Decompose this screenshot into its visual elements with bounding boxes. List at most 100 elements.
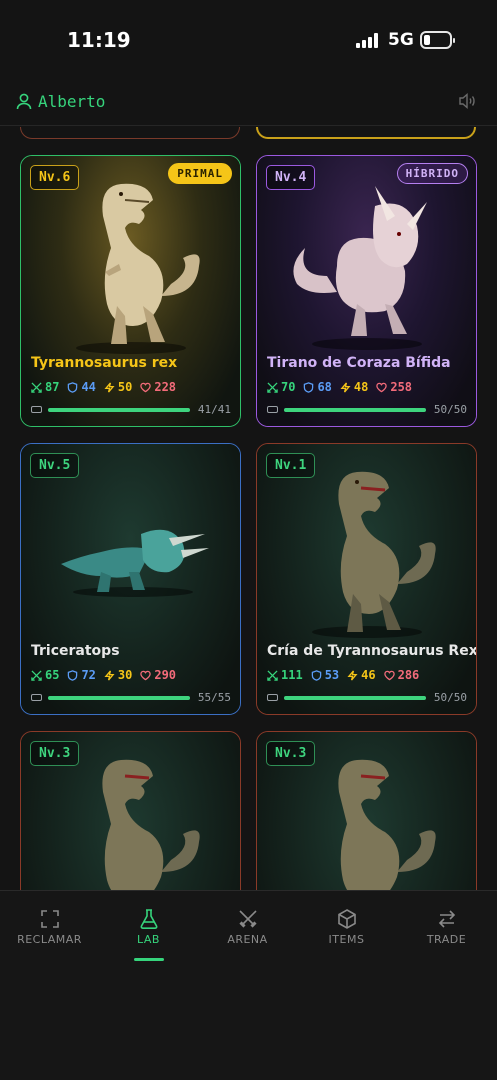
status-time: 11:19 <box>67 28 131 52</box>
signal-icon <box>356 32 382 48</box>
bolt-icon <box>347 670 358 680</box>
attack-stat: 65 <box>31 668 59 682</box>
energy-bar: 50/50 <box>267 691 467 705</box>
energy-fill <box>48 696 190 700</box>
trex-image <box>76 183 200 354</box>
box-icon <box>338 909 356 929</box>
bottom-nav: RECLAMAR LAB ARENA ITEMS TRADE <box>0 890 497 1080</box>
health-value: 228 <box>154 380 177 394</box>
health-value: 286 <box>397 668 420 682</box>
attack-value: 70 <box>281 380 296 394</box>
speed-value: 30 <box>117 668 133 682</box>
stats-row: 87 44 50 228 <box>31 380 176 394</box>
health-value: 258 <box>390 380 413 394</box>
speed-value: 50 <box>117 380 133 394</box>
network-label: 5G <box>388 30 414 50</box>
health-stat: 258 <box>376 380 412 394</box>
username[interactable]: Alberto <box>38 92 105 111</box>
speed-value: 46 <box>361 668 376 682</box>
stats-row: 111 53 46 286 <box>267 668 419 682</box>
speed-stat: 48 <box>340 380 368 394</box>
defense-stat: 68 <box>303 380 332 394</box>
creature-name: Tyrannosaurus rex <box>31 355 178 371</box>
app-header: Alberto <box>0 80 497 126</box>
energy-bar: 55/55 <box>31 691 231 705</box>
swords-icon <box>239 910 257 928</box>
trex-hatchling-image <box>312 471 436 638</box>
defense-stat: 44 <box>67 380 96 394</box>
attack-stat: 111 <box>267 668 303 682</box>
speaker-icon[interactable] <box>458 92 478 110</box>
previous-card-edge <box>256 127 476 139</box>
flask-icon <box>140 909 158 929</box>
creature-card[interactable]: Nv.6 PRIMAL Tyrannosaurus rex 87 44 50 2… <box>20 155 241 427</box>
trex-image <box>338 759 436 890</box>
swords-icon <box>31 381 42 393</box>
nav-arena[interactable]: ARENA <box>198 891 297 971</box>
hybrid-dinosaur-image <box>293 186 427 350</box>
energy-bar: 41/41 <box>31 403 231 417</box>
health-value: 290 <box>154 668 177 682</box>
health-stat: 228 <box>140 380 176 394</box>
creature-card[interactable]: Nv.1 Cría de Tyrannosaurus Rex 111 53 46… <box>256 443 477 715</box>
bolt-icon <box>104 670 115 680</box>
heart-icon <box>140 670 152 680</box>
trex-image <box>102 759 200 890</box>
attack-stat: 87 <box>31 380 59 394</box>
scan-icon <box>41 910 59 928</box>
energy-bar: 50/50 <box>267 403 467 417</box>
speed-stat: 50 <box>104 380 132 394</box>
energy-value: 50/50 <box>433 691 467 704</box>
speed-stat: 30 <box>104 668 132 682</box>
creature-card[interactable]: Nv.5 Triceratops 65 72 30 290 55/55 <box>20 443 241 715</box>
creature-grid[interactable]: Nv.6 PRIMAL Tyrannosaurus rex 87 44 50 2… <box>0 127 497 890</box>
nav-label: ITEMS <box>328 933 365 946</box>
defense-value: 68 <box>317 380 332 394</box>
creature-card[interactable]: Nv.3 <box>256 731 477 890</box>
swords-icon <box>31 669 42 681</box>
battery-icon <box>267 406 278 413</box>
stats-row: 65 72 30 290 <box>31 668 176 682</box>
energy-value: 41/41 <box>197 403 231 416</box>
battery-icon <box>267 694 278 701</box>
defense-value: 53 <box>324 668 340 682</box>
nav-label: ARENA <box>227 933 268 946</box>
attack-value: 65 <box>45 668 60 682</box>
energy-fill <box>284 696 426 700</box>
energy-fill <box>284 408 426 412</box>
nav-reclamar[interactable]: RECLAMAR <box>0 891 99 971</box>
battery-icon <box>420 31 455 49</box>
user-icon <box>16 93 32 110</box>
energy-fill <box>48 408 190 412</box>
previous-card-edge <box>20 127 240 139</box>
shield-icon <box>304 381 314 393</box>
nav-lab[interactable]: LAB <box>99 891 198 971</box>
creature-name: Cría de Tyrannosaurus Rex <box>267 643 477 659</box>
creature-card[interactable]: Nv.3 <box>20 731 241 890</box>
speed-stat: 46 <box>347 668 376 682</box>
creature-card[interactable]: Nv.4 HÍBRIDO Tirano de Coraza Bífida 70 … <box>256 155 477 427</box>
status-bar: 11:19 5G <box>0 0 497 80</box>
energy-value: 50/50 <box>433 403 467 416</box>
swap-icon <box>438 910 456 928</box>
nav-trade[interactable]: TRADE <box>397 891 496 971</box>
creature-name: Triceratops <box>31 643 120 659</box>
energy-value: 55/55 <box>197 691 231 704</box>
heart-icon <box>140 382 152 392</box>
triceratops-image <box>61 529 209 597</box>
shield-icon <box>311 669 321 681</box>
defense-stat: 72 <box>67 668 96 682</box>
swords-icon <box>267 669 278 681</box>
health-stat: 290 <box>140 668 176 682</box>
attack-stat: 70 <box>267 380 295 394</box>
attack-value: 87 <box>45 380 60 394</box>
bolt-icon <box>104 382 115 392</box>
heart-icon <box>383 670 395 680</box>
battery-icon <box>31 406 42 413</box>
stats-row: 70 68 48 258 <box>267 380 412 394</box>
shield-icon <box>68 381 78 393</box>
swords-icon <box>267 381 278 393</box>
nav-items[interactable]: ITEMS <box>297 891 396 971</box>
defense-value: 44 <box>81 380 96 394</box>
active-indicator <box>134 958 164 961</box>
